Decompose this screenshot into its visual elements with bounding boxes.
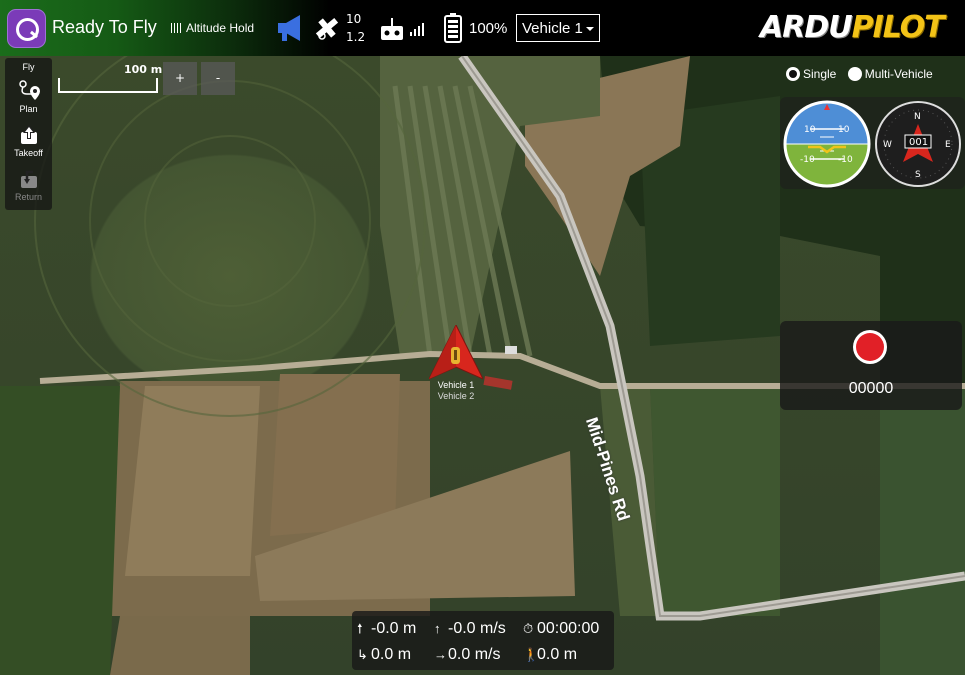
multi-vehicle-option[interactable]: Multi-Vehicle [847, 67, 933, 81]
plan-label: Plan [19, 104, 38, 114]
takeoff-label: Takeoff [14, 148, 43, 158]
flight-time-readout: ⏱ 00:00:00 [523, 620, 600, 637]
vehicle-arrow-icon [427, 323, 485, 381]
multi-vehicle-label: Multi-Vehicle [864, 67, 933, 81]
attitude-indicator [785, 102, 869, 186]
video-record-panel: 00000 [780, 321, 962, 410]
takeoff-tool[interactable]: Takeoff [5, 124, 52, 158]
zoom-in-button[interactable]: + [163, 62, 197, 95]
instrument-gauges: 10 10 -10 -10 N E S W 001 [783, 100, 961, 188]
vertical-speed-arrow-icon: ↑ [434, 621, 441, 636]
svg-text:-10: -10 [838, 155, 853, 165]
svg-text:-10: -10 [800, 155, 815, 165]
vertical-speed-readout: ↑ -0.0 m/s [434, 620, 506, 637]
svg-text:N: N [914, 112, 921, 122]
view-mode-toggle: Single Multi-Vehicle [786, 67, 933, 81]
plan-route-icon [18, 80, 40, 100]
gps-satellite-count: 10 [346, 12, 362, 26]
svg-text:001: 001 [909, 137, 928, 148]
compass-indicator: N E S W 001 [875, 101, 961, 187]
svg-text:E: E [945, 140, 951, 150]
vehicle-selector[interactable]: Vehicle 1 [516, 14, 600, 42]
svg-text:10: 10 [838, 125, 850, 135]
instrument-panel[interactable]: 10 10 -10 -10 N E S W 001 [780, 97, 965, 189]
megaphone-icon[interactable] [274, 13, 306, 43]
fly-label: Fly [22, 62, 35, 72]
zoom-out-button[interactable]: - [201, 62, 235, 95]
distance-readout: ↳ 0.0 m [357, 646, 412, 663]
walking-person-icon: 🚶 [523, 647, 540, 662]
flight-mode-selector[interactable]: Altitude Hold [171, 21, 254, 35]
plan-tool[interactable]: Plan [5, 78, 52, 114]
return-tool[interactable]: Return [5, 168, 52, 202]
fly-tool[interactable]: Fly [5, 62, 52, 72]
svg-text:S: S [915, 170, 921, 180]
vehicle-1-label: Vehicle 1 [437, 380, 475, 390]
rc-transmitter-icon[interactable] [380, 16, 404, 42]
single-option[interactable]: Single [786, 67, 836, 81]
radio-selected-icon [786, 67, 800, 81]
return-label: Return [14, 192, 42, 202]
record-button[interactable] [853, 330, 887, 364]
satellite-icon[interactable] [313, 14, 341, 42]
battery-percentage: 100% [469, 20, 508, 37]
flight-mode-label: Altitude Hold [186, 21, 255, 35]
vehicle-selector-value: Vehicle 1 [522, 20, 583, 37]
altitude-up-arrow-icon: 🠕 [357, 621, 363, 636]
right-arrow-icon: → [434, 647, 447, 662]
top-toolbar: Ready To Fly Altitude Hold 10 1.2 100% V… [0, 0, 965, 56]
gps-hdop: 1.2 [346, 30, 366, 44]
single-label: Single [803, 67, 837, 81]
tool-strip: Fly Plan Takeoff Return [5, 58, 52, 210]
vehicle-2-label: Vehicle 2 [437, 391, 475, 401]
flight-mode-icon [171, 23, 183, 33]
radio-unselected-icon [847, 67, 862, 81]
vehicle-status[interactable]: Ready To Fly [52, 17, 157, 38]
qgc-logo-button[interactable] [7, 9, 46, 48]
map-scale-label: 100 m [124, 63, 163, 76]
ardupilot-logo: ARDUPILOT [760, 10, 945, 45]
home-distance-readout: 🚶0.0 m [523, 646, 578, 663]
altitude-readout: 🠕 -0.0 m [357, 620, 416, 642]
svg-text:W: W [883, 140, 892, 150]
chevron-down-icon [586, 27, 594, 31]
recording-time: 00000 [848, 380, 894, 397]
turn-arrow-icon: ↳ [357, 647, 368, 662]
takeoff-icon [20, 125, 37, 144]
telemetry-bar: 🠕 -0.0 m ↑ -0.0 m/s ⏱ 00:00:00 ↳ 0.0 m →0.0 … [352, 611, 614, 670]
ground-speed-readout: →0.0 m/s [434, 646, 501, 663]
timer-icon: ⏱ [523, 621, 534, 636]
return-home-icon [20, 170, 37, 188]
signal-strength-icon [410, 23, 424, 36]
svg-text:10: 10 [804, 125, 816, 135]
battery-icon[interactable] [444, 13, 462, 43]
